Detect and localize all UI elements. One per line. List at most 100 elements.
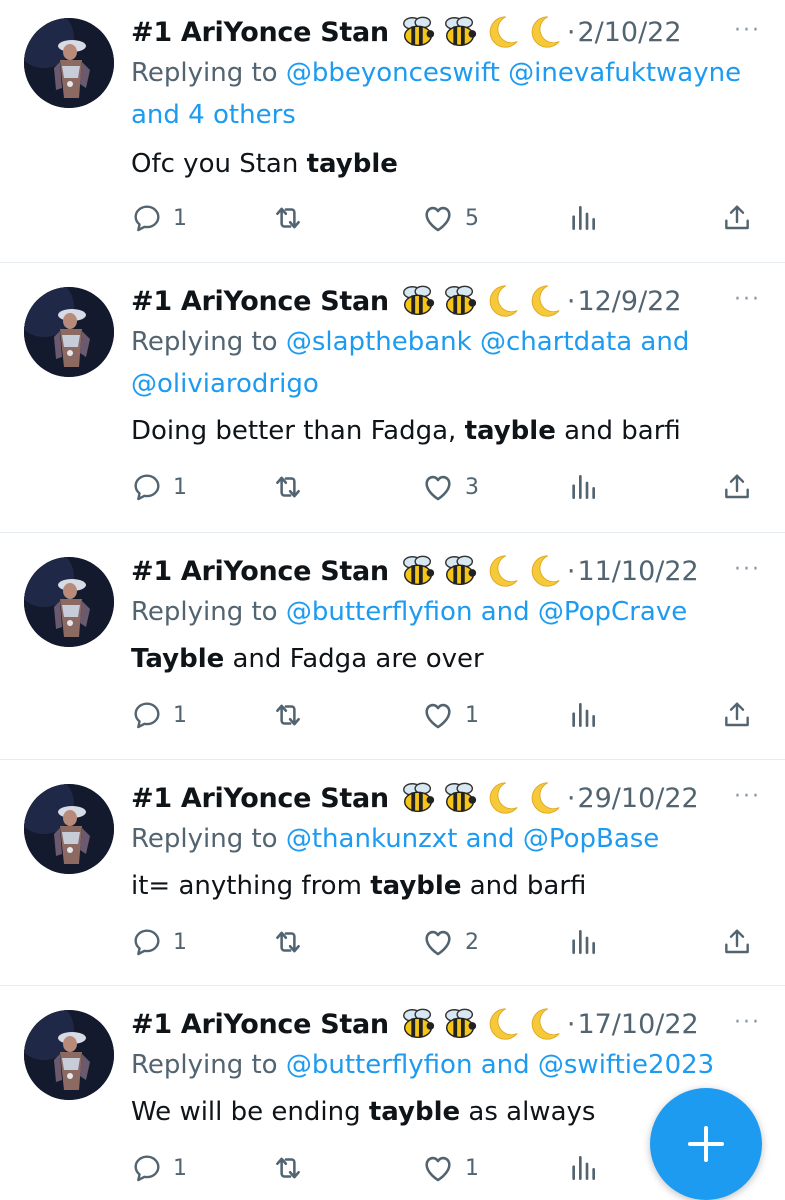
views-button[interactable]: [567, 467, 599, 507]
tweet-text-segment: it= anything from: [131, 871, 371, 901]
more-options-icon[interactable]: ···: [734, 18, 761, 43]
views-button[interactable]: [567, 922, 599, 962]
bee-emoji: [399, 1005, 437, 1043]
reply-handle[interactable]: @thankunzxt and @PopBase: [286, 824, 659, 854]
crescent-moon-emoji: [483, 552, 521, 590]
crescent-moon-emoji: [483, 13, 521, 51]
tweet-header: #1 AriYonce Stan · 2/10/22 ···: [131, 12, 761, 52]
like-count: 1: [465, 702, 479, 728]
tweet[interactable]: #1 AriYonce Stan · 12/9/22 ··· Replying to @…: [0, 263, 785, 533]
reply-handle-extra[interactable]: @oliviarodrigo: [131, 369, 319, 399]
more-options-icon[interactable]: ···: [734, 287, 761, 312]
like-button[interactable]: 1: [421, 695, 479, 735]
tweet-date[interactable]: 12/9/22: [577, 286, 681, 317]
crescent-moon-emoji: [525, 282, 563, 320]
share-icon: [721, 699, 753, 731]
reply-button[interactable]: 1: [131, 1148, 187, 1188]
stats-icon: [567, 202, 599, 234]
tweet-text-segment: Tayble: [131, 644, 225, 674]
reply-button[interactable]: 1: [131, 467, 187, 507]
tweet[interactable]: #1 AriYonce Stan · 29/10/22 ··· Replying to …: [0, 760, 785, 986]
separator-dot: ·: [566, 16, 576, 48]
like-count: 3: [465, 474, 479, 500]
heart-icon: [421, 925, 455, 959]
crescent-moon-emoji: [483, 1005, 521, 1043]
views-button[interactable]: [567, 1148, 599, 1188]
share-button[interactable]: [721, 695, 753, 735]
reply-handle[interactable]: @bbeyonceswift: [286, 58, 500, 88]
reply-count: 1: [173, 205, 187, 231]
heart-icon: [421, 698, 455, 732]
retweet-button[interactable]: [271, 467, 315, 507]
reply-handle[interactable]: @chartdata and: [480, 327, 689, 357]
display-name[interactable]: #1 AriYonce Stan: [131, 286, 389, 317]
replying-to: Replying to @bbeyonceswift @inevafuktway…: [131, 52, 765, 136]
tweet-date[interactable]: 17/10/22: [577, 1009, 698, 1040]
reply-handle[interactable]: @butterflyfion and @swiftie2023: [286, 1050, 714, 1080]
tweet-text-segment: tayble: [306, 149, 398, 179]
name-emoji: [399, 282, 563, 320]
tweet-date[interactable]: 29/10/22: [577, 783, 698, 814]
like-button[interactable]: 2: [421, 922, 479, 962]
avatar[interactable]: [24, 784, 114, 874]
reply-handle[interactable]: @slapthebank: [286, 327, 472, 357]
tweet-text-segment: We will be ending: [131, 1097, 369, 1127]
more-options-icon[interactable]: ···: [734, 1010, 761, 1035]
like-button[interactable]: 3: [421, 467, 479, 507]
tweet-text: Ofc you Stan tayble: [131, 146, 765, 182]
reply-button[interactable]: 1: [131, 695, 187, 735]
avatar[interactable]: [24, 557, 114, 647]
reply-button[interactable]: 1: [131, 922, 187, 962]
avatar[interactable]: [24, 1010, 114, 1100]
tweet-text-segment: and barfi: [461, 871, 587, 901]
tweet-text-segment: and Fadga are over: [224, 644, 484, 674]
share-icon: [721, 202, 753, 234]
bee-emoji: [441, 552, 479, 590]
more-options-icon[interactable]: ···: [734, 557, 761, 582]
separator-dot: ·: [566, 555, 576, 587]
share-button[interactable]: [721, 922, 753, 962]
tweet[interactable]: #1 AriYonce Stan · 11/10/22 ··· Replying to …: [0, 533, 785, 760]
separator-dot: ·: [566, 782, 576, 814]
display-name[interactable]: #1 AriYonce Stan: [131, 556, 389, 587]
like-button[interactable]: 5: [421, 198, 479, 238]
retweet-icon: [271, 201, 305, 235]
retweet-button[interactable]: [271, 695, 315, 735]
share-button[interactable]: [721, 198, 753, 238]
compose-button[interactable]: [650, 1088, 762, 1200]
views-button[interactable]: [567, 695, 599, 735]
retweet-button[interactable]: [271, 922, 315, 962]
like-button[interactable]: 1: [421, 1148, 479, 1188]
share-button[interactable]: [721, 467, 753, 507]
reply-handle[interactable]: @butterflyfion and @PopCrave: [286, 597, 687, 627]
tweet-text: Doing better than Fadga, tayble and barf…: [131, 413, 765, 449]
stats-icon: [567, 699, 599, 731]
avatar[interactable]: [24, 287, 114, 377]
reply-button[interactable]: 1: [131, 198, 187, 238]
like-count: 1: [465, 1155, 479, 1181]
replying-to: Replying to @slapthebank @chartdata and @…: [131, 321, 765, 405]
reply-icon: [131, 471, 163, 503]
tweet-date[interactable]: 2/10/22: [577, 17, 681, 48]
views-button[interactable]: [567, 198, 599, 238]
retweet-button[interactable]: [271, 1148, 315, 1188]
tweet-actions: 13: [131, 467, 765, 507]
reply-icon: [131, 926, 163, 958]
bee-emoji: [399, 282, 437, 320]
more-options-icon[interactable]: ···: [734, 784, 761, 809]
tweet[interactable]: #1 AriYonce Stan · 2/10/22 ··· Replying to @…: [0, 0, 785, 263]
name-emoji: [399, 13, 563, 51]
reply-count: 1: [173, 474, 187, 500]
display-name[interactable]: #1 AriYonce Stan: [131, 17, 389, 48]
display-name[interactable]: #1 AriYonce Stan: [131, 783, 389, 814]
reply-handle-extra[interactable]: and 4 others: [131, 100, 296, 130]
reply-count: 1: [173, 1155, 187, 1181]
crescent-moon-emoji: [525, 779, 563, 817]
retweet-button[interactable]: [271, 198, 315, 238]
reply-handle[interactable]: @inevafuktwayne: [508, 58, 741, 88]
retweet-icon: [271, 698, 305, 732]
display-name[interactable]: #1 AriYonce Stan: [131, 1009, 389, 1040]
avatar[interactable]: [24, 18, 114, 108]
tweet-text-segment: Ofc you Stan: [131, 149, 307, 179]
tweet-date[interactable]: 11/10/22: [577, 556, 698, 587]
